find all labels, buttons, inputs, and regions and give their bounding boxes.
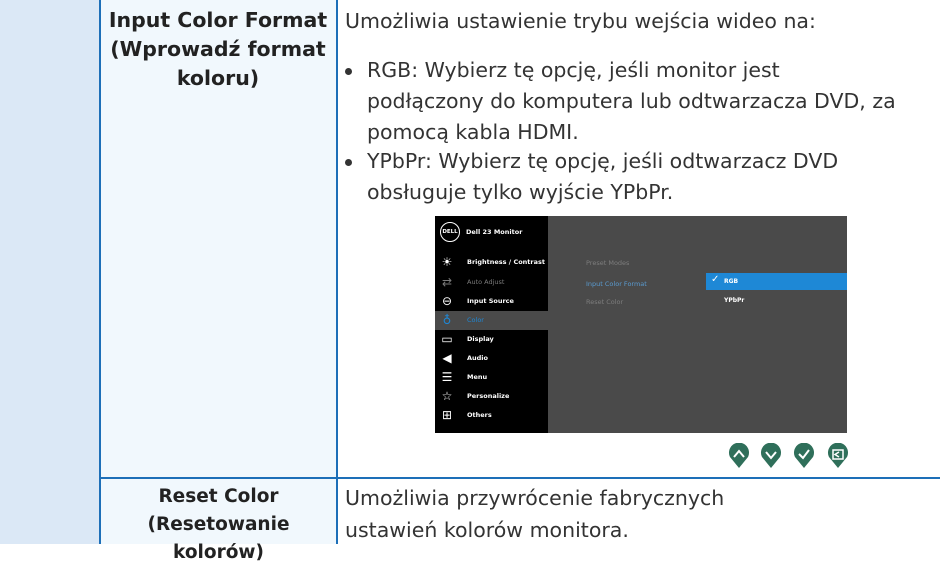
osd-item-auto-adjust[interactable]: ⇄ Auto Adjust xyxy=(435,273,548,292)
audio-icon: ◀ xyxy=(442,351,452,365)
manual-page: Input Color Format (Wprowadź format kolo… xyxy=(0,0,940,563)
setting-name-en: Reset Color xyxy=(158,486,279,507)
setting-name-reset-color: Reset Color (Resetowanie kolorów) xyxy=(102,483,335,567)
back-button-icon[interactable] xyxy=(827,443,849,469)
osd-item-label: Audio xyxy=(467,354,489,362)
setting-name-pl: (Wprowadź format koloru) xyxy=(110,37,326,90)
osd-item-label: Display xyxy=(467,335,494,343)
osd-item-input-source[interactable]: ⊖ Input Source xyxy=(435,292,548,311)
down-button-icon[interactable] xyxy=(760,443,782,469)
osd-item-personalize[interactable]: ☆ Personalize xyxy=(435,387,548,406)
menu-icon: ☰ xyxy=(441,370,453,384)
bullet-text: YPbPr: Wybierz tę opcję, jeśli odtwarzac… xyxy=(367,149,839,204)
osd-menu-screenshot: DELL Dell 23 Monitor ☀ Brightness / Cont… xyxy=(435,216,847,433)
setting-name-pl: (Resetowanie kolorów) xyxy=(147,514,290,563)
others-icon: ⊞ xyxy=(441,408,453,422)
osd-item-label: Personalize xyxy=(467,392,510,400)
osd-title: Dell 23 Monitor xyxy=(466,228,523,236)
table-border xyxy=(336,0,338,544)
osd-option-ypbpr[interactable]: YPbPr xyxy=(706,292,847,309)
osd-item-label: Brightness / Contrast xyxy=(467,258,545,266)
description-reset-color: Umożliwia przywrócenie fabrycznych ustaw… xyxy=(345,486,725,542)
personalize-icon: ☆ xyxy=(441,389,453,403)
osd-item-others[interactable]: ⊞ Others xyxy=(435,406,548,425)
osd-item-label: Auto Adjust xyxy=(467,278,505,286)
checkmark-icon: ✓ xyxy=(711,274,720,285)
dell-logo: DELL xyxy=(440,222,460,242)
bullet-dot xyxy=(345,68,352,75)
osd-submenu-input-color-format[interactable]: Input Color Format xyxy=(586,280,647,288)
description-input-color-format: Umożliwia ustawienie trybu wejścia wideo… xyxy=(345,9,816,33)
osd-item-label: Color xyxy=(467,316,484,324)
osd-item-label: Input Source xyxy=(467,297,514,305)
osd-main-menu: DELL Dell 23 Monitor ☀ Brightness / Cont… xyxy=(435,216,548,433)
bullet-dot xyxy=(345,159,352,166)
osd-item-label: Others xyxy=(467,411,492,419)
osd-item-color[interactable]: ♁ Color xyxy=(435,311,548,330)
table-border xyxy=(99,0,101,544)
input-source-icon: ⊖ xyxy=(441,294,453,308)
osd-item-label: Menu xyxy=(467,373,488,381)
osd-option-rgb[interactable]: ✓ RGB xyxy=(706,273,847,290)
osd-submenu-preset-modes[interactable]: Preset Modes xyxy=(586,259,629,267)
osd-item-brightness-contrast[interactable]: ☀ Brightness / Contrast xyxy=(435,253,548,272)
left-margin-column xyxy=(0,0,100,544)
auto-adjust-icon: ⇄ xyxy=(441,275,453,289)
setting-name-en: Input Color Format xyxy=(108,8,328,32)
bullet-text: RGB: Wybierz tę opcję, jeśli monitor jes… xyxy=(367,58,896,144)
osd-submenu-reset-color[interactable]: Reset Color xyxy=(586,298,623,306)
up-button-icon[interactable] xyxy=(728,443,750,469)
osd-option-label: YPbPr xyxy=(724,297,745,304)
table-row-divider xyxy=(99,477,940,479)
osd-item-display[interactable]: ▭ Display xyxy=(435,330,548,349)
ok-button-icon[interactable] xyxy=(793,443,815,469)
osd-item-audio[interactable]: ◀ Audio xyxy=(435,349,548,368)
brightness-icon: ☀ xyxy=(441,255,453,269)
display-icon: ▭ xyxy=(441,332,453,346)
osd-option-label: RGB xyxy=(724,278,739,285)
color-icon: ♁ xyxy=(442,313,452,327)
osd-item-menu[interactable]: ☰ Menu xyxy=(435,368,548,387)
setting-name-input-color-format: Input Color Format (Wprowadź format kolo… xyxy=(104,6,332,93)
